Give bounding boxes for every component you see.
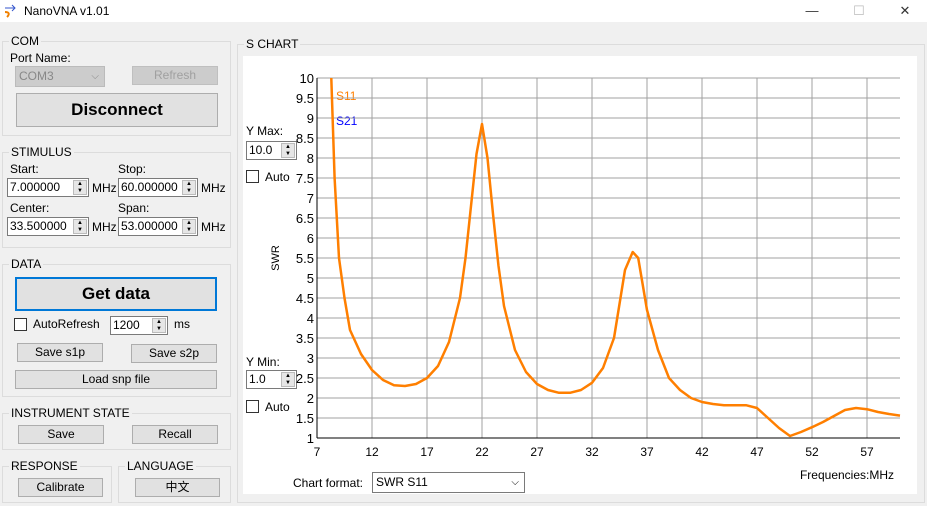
chevron-down-icon: ⌵	[511, 477, 519, 488]
swr-chart: SWR Frequencies:MHz S11 S21 1 1.5 2 2.5 3 3.5…	[270, 71, 901, 482]
legend-s11: S11	[336, 89, 357, 103]
x-tick-label: 37	[640, 445, 654, 459]
y-tick-label: 1	[307, 431, 314, 446]
y-tick-label: 2	[307, 391, 314, 406]
legend-s21: S21	[336, 114, 358, 128]
y-tick-label: 5	[307, 271, 314, 286]
y-tick-label: 5.5	[296, 251, 314, 266]
y-tick-label: 7.5	[296, 171, 314, 186]
y-tick-label: 8	[307, 151, 314, 166]
x-axis-label: Frequencies:MHz	[800, 468, 894, 482]
y-tick-label: 8.5	[296, 131, 314, 146]
x-tick-label: 32	[585, 445, 599, 459]
y-tick-label: 6.5	[296, 211, 314, 226]
y-tick-label: 4	[307, 311, 314, 326]
chart-format-select[interactable]: SWR S11 ⌵	[372, 472, 525, 493]
x-tick-label: 12	[365, 445, 379, 459]
y-tick-label: 3.5	[296, 331, 314, 346]
x-tick-label: 42	[695, 445, 709, 459]
y-tick-label: 6	[307, 231, 314, 246]
y-tick-label: 2.5	[296, 371, 314, 386]
chart-format-value: SWR S11	[376, 475, 428, 489]
y-tick-label: 1.5	[296, 411, 314, 426]
x-tick-label: 47	[750, 445, 764, 459]
y-tick-label: 10	[300, 71, 314, 86]
x-tick-label: 57	[860, 445, 874, 459]
x-tick-label: 22	[475, 445, 489, 459]
y-axis-label: SWR	[270, 245, 282, 271]
y-tick-label: 3	[307, 351, 314, 366]
x-tick-label: 7	[314, 445, 321, 459]
y-tick-label: 9	[307, 111, 314, 126]
x-tick-label: 52	[805, 445, 819, 459]
x-tick-label: 27	[530, 445, 544, 459]
x-tick-label: 17	[420, 445, 434, 459]
series-s11-line	[330, 77, 901, 438]
chart-format-label: Chart format:	[293, 476, 364, 490]
y-tick-label: 4.5	[296, 291, 314, 306]
y-tick-label: 9.5	[296, 91, 314, 106]
y-tick-label: 7	[307, 191, 314, 206]
